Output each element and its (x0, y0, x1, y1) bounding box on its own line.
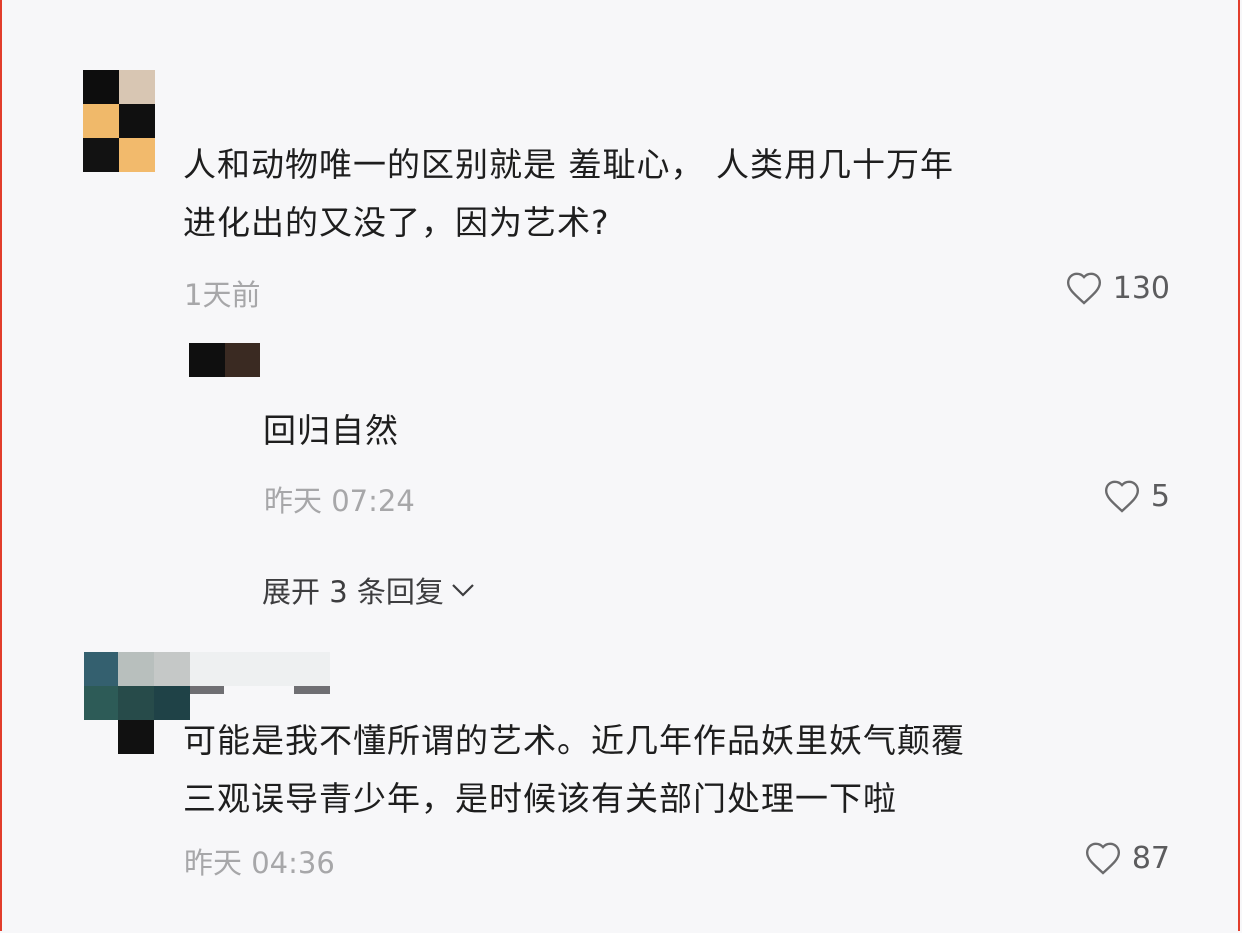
comment-body: 人和动物唯一的区别就是 羞耻心， 人类用几十万年 进化出的又没了，因为艺术? (183, 136, 954, 252)
reply-time: 昨天 07:24 (264, 484, 415, 518)
like-count: 87 (1131, 840, 1170, 876)
comment-time: 1天前 (184, 278, 261, 312)
heart-outline-icon (1066, 272, 1101, 305)
like-button[interactable]: 130 (1065, 270, 1170, 306)
chevron-down-icon (452, 584, 474, 597)
comment-time: 昨天 04:36 (184, 846, 335, 880)
avatar[interactable] (83, 70, 155, 172)
comment-text-line: 进化出的又没了，因为艺术? (183, 203, 610, 242)
comment-text-line: 可能是我不懂所谓的艺术。近几年作品妖里妖气颠覆 (183, 721, 965, 760)
expand-replies-button[interactable]: 展开 3 条回复 (262, 569, 476, 611)
reply-avatar[interactable] (189, 343, 260, 377)
heart-outline-icon (1104, 480, 1139, 513)
comment-text-line: 人和动物唯一的区别就是 羞耻心， 人类用几十万年 (183, 145, 954, 184)
comment-body: 可能是我不懂所谓的艺术。近几年作品妖里妖气颠覆 三观误导青少年，是时候该有关部门… (183, 712, 965, 828)
expand-replies-label: 展开 3 条回复 (262, 575, 444, 609)
heart-outline-icon (1085, 842, 1120, 875)
like-button[interactable]: 87 (1084, 840, 1170, 876)
reply-like-button[interactable]: 5 (1103, 478, 1170, 514)
comment-text-line: 三观误导青少年，是时候该有关部门处理一下啦 (183, 779, 897, 818)
reply-text: 回归自然 (263, 411, 399, 450)
like-count: 130 (1112, 270, 1170, 306)
like-count: 5 (1150, 478, 1170, 514)
